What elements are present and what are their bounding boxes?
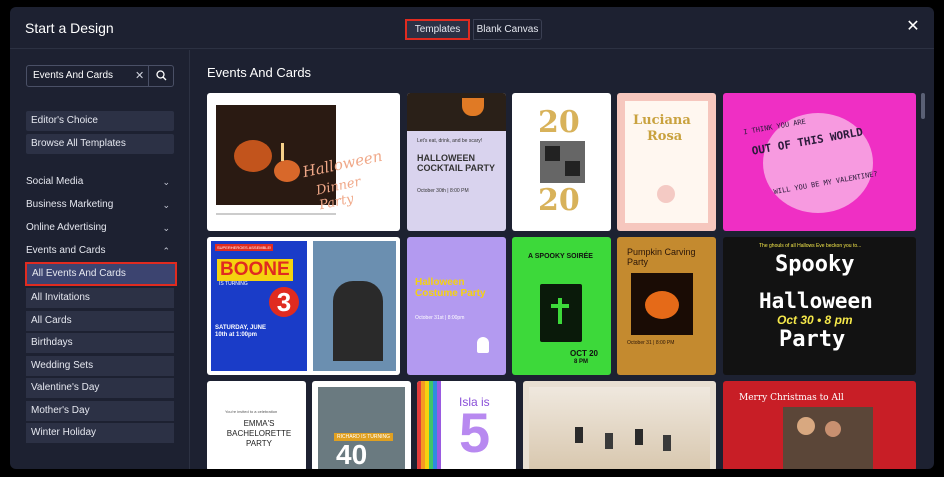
gallery-title: Events And Cards [207, 65, 312, 80]
card-text: 20 [538, 105, 580, 140]
close-icon[interactable]: ✕ [906, 19, 920, 35]
card-text: Merry Christmas to All [739, 393, 844, 403]
card-text: October 31st | 8:00pm [415, 315, 465, 321]
template-card-pumpkin-carving[interactable]: Pumpkin Carving Party October 31 | 8:00 … [617, 237, 716, 375]
ghost-icon [477, 337, 489, 353]
template-card-boone-birthday[interactable]: SUPERHEROES ASSEMBLE! BOONE IS TURNING 3… [207, 237, 400, 375]
sidebar: Events And Cards ✕ Editor's Choice Brows… [10, 50, 190, 469]
card-text: SUPERHEROES ASSEMBLE! [215, 244, 274, 251]
category-events-and-cards[interactable]: Events and Cards ⌃ [26, 243, 174, 259]
card-text: Halloween [759, 289, 873, 313]
sidebar-item-birthdays[interactable]: Birthdays [26, 333, 174, 353]
card-text: BOONE [217, 259, 293, 281]
template-card-2020[interactable]: 20 20 [512, 93, 611, 231]
pumpkin-photo [631, 273, 693, 335]
template-card-merry-christmas[interactable]: Merry Christmas to All [723, 381, 916, 469]
template-gallery: Events And Cards Halloween Dinner Party … [191, 50, 934, 469]
card-text: Party [779, 327, 846, 352]
modal-title: Start a Design [25, 20, 114, 36]
card-text: The ghouls of all Hallows Eve beckon you… [759, 243, 862, 249]
card-text: You're invited to a celebration [225, 409, 278, 414]
card-text: Spooky [775, 252, 855, 277]
card-text: Luciana [633, 113, 691, 128]
card-text: 40 [336, 439, 368, 469]
tab-blank-canvas[interactable]: Blank Canvas [473, 19, 542, 40]
template-card-luciana-rosa[interactable]: Luciana Rosa [617, 93, 716, 231]
tab-templates[interactable]: Templates [405, 19, 470, 40]
chevron-down-icon: ⌄ [162, 223, 170, 233]
sidebar-item-mothers-day[interactable]: Mother's Day [26, 401, 174, 421]
card-text: 3 [269, 287, 299, 317]
card-text: Rosa [647, 129, 683, 144]
template-card-isla-5[interactable]: Isla is 5 [417, 381, 516, 469]
card-text: Halloween Costume Party [415, 277, 486, 299]
cocktail-photo [407, 93, 506, 131]
card-text: Let's eat, drink, and be scary! [417, 138, 483, 144]
rainbow-stripes [417, 381, 441, 469]
card-text: Oct 30 • 8 pm [777, 313, 853, 327]
sidebar-item-wedding-sets[interactable]: Wedding Sets [26, 356, 174, 376]
card-text: A SPOOKY SOIRÉE [528, 253, 593, 260]
family-photo [783, 407, 873, 469]
sidebar-item-all-cards[interactable]: All Cards [26, 311, 174, 331]
category-business-marketing[interactable]: Business Marketing ⌄ [26, 197, 174, 213]
search-button[interactable] [148, 66, 173, 86]
card-text: EMMA'S BACHELORETTE PARTY [226, 419, 292, 448]
hero-photo [313, 241, 396, 371]
category-label: Online Advertising [26, 222, 107, 233]
card-text: OCT 20 [570, 349, 599, 358]
browse-all-templates-button[interactable]: Browse All Templates [26, 134, 174, 154]
checkered-photo [540, 141, 585, 183]
card-text: IS TURNING [219, 281, 248, 287]
card-text: 8 PM [574, 359, 589, 365]
sidebar-item-all-invitations[interactable]: All Invitations [26, 288, 174, 308]
category-label: Events and Cards [26, 245, 106, 256]
card-text: October 30th | 8:00 PM [417, 188, 469, 194]
chevron-up-icon: ⌃ [162, 246, 170, 256]
scrollbar-thumb[interactable] [921, 93, 925, 119]
search-input[interactable]: Events And Cards [33, 70, 113, 81]
chevron-down-icon: ⌄ [162, 200, 170, 210]
template-card-bachelorette[interactable]: You're invited to a celebration EMMA'S B… [207, 381, 306, 469]
modal-header: Start a Design Templates Blank Canvas ✕ [10, 7, 934, 49]
template-card-halloween-cocktail[interactable]: Let's eat, drink, and be scary! HALLOWEE… [407, 93, 506, 231]
category-label: Business Marketing [26, 199, 114, 210]
clear-search-icon[interactable]: ✕ [135, 69, 144, 82]
card-text: HALLOWEEN COCKTAIL PARTY [417, 153, 495, 173]
template-card-spooky-soiree[interactable]: A SPOOKY SOIRÉE OCT 20 8 PM [512, 237, 611, 375]
beach-photo [529, 387, 710, 469]
template-card-richard-40[interactable]: RICHARD IS TURNING 40 [312, 381, 411, 469]
category-label: Social Media [26, 176, 84, 187]
template-card-valentine[interactable]: I THINK YOU ARE OUT OF THIS WORLD WILL Y… [723, 93, 916, 231]
start-design-modal: Start a Design Templates Blank Canvas ✕ … [10, 7, 934, 469]
editors-choice-button[interactable]: Editor's Choice [26, 111, 174, 131]
category-online-advertising[interactable]: Online Advertising ⌄ [26, 220, 174, 236]
template-card-beach-jump[interactable] [523, 381, 716, 469]
template-card-costume-party[interactable]: Halloween Costume Party October 31st | 8… [407, 237, 506, 375]
card-text: 20 [538, 183, 580, 218]
card-text: October 31 | 8:00 PM [627, 340, 675, 346]
search-box: Events And Cards ✕ [26, 65, 174, 87]
sidebar-item-all-events-and-cards[interactable]: All Events And Cards [25, 262, 177, 286]
coffin-shape [538, 282, 584, 344]
template-card-halloween-dinner[interactable]: Halloween Dinner Party [207, 93, 400, 231]
sidebar-item-winter-holiday[interactable]: Winter Holiday [26, 423, 174, 443]
card-text: Pumpkin Carving Party [627, 247, 696, 267]
card-text: 5 [459, 401, 491, 464]
flower-icon [657, 185, 675, 203]
category-social-media[interactable]: Social Media ⌄ [26, 174, 174, 190]
chevron-down-icon: ⌄ [162, 177, 170, 187]
sidebar-item-valentines-day[interactable]: Valentine's Day [26, 378, 174, 398]
search-icon [156, 70, 167, 81]
template-card-spooky-halloween[interactable]: The ghouls of all Hallows Eve beckon you… [723, 237, 916, 375]
card-text: SATURDAY, JUNE 10th at 1:00pm [215, 325, 267, 338]
